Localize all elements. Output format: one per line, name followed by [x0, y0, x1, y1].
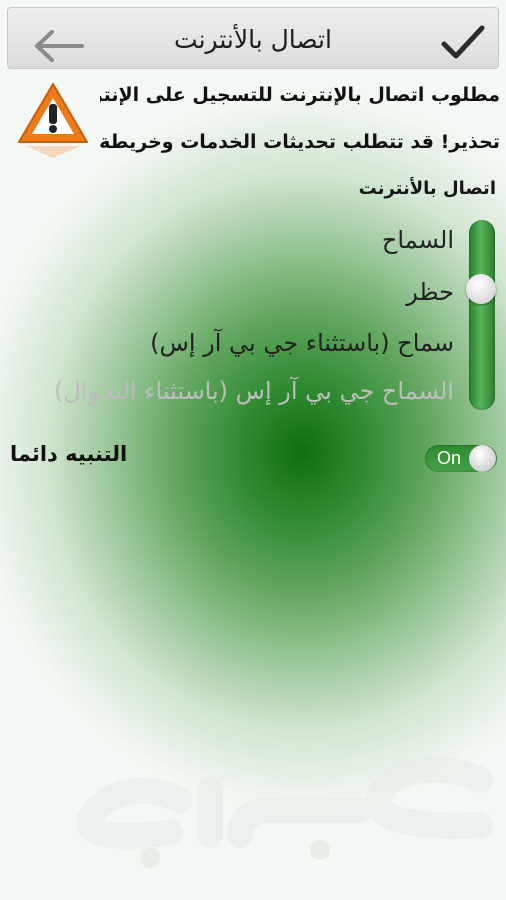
title-bar: اتصال بالأنترنت [7, 7, 499, 69]
haraj-watermark-logo [60, 740, 506, 870]
connection-section-label: اتصال بالأنترنت [358, 178, 496, 199]
warning-triangle-icon [16, 80, 90, 160]
connection-slider[interactable] [466, 220, 496, 410]
warning-line-2: تحذير! قد تتطلب تحديثات الخدمات وخريطة [100, 131, 500, 153]
check-icon[interactable] [440, 24, 486, 62]
warning-line-1: مطلوب اتصال بالإنترنت للتسجيل على الإنتر… [100, 84, 500, 106]
option-block[interactable]: حظر [406, 274, 454, 310]
always-alert-label: التنبيه دائما [10, 442, 128, 466]
toggle-state-text: On [437, 448, 462, 468]
arrow-left-icon[interactable] [32, 28, 86, 64]
option-allow[interactable]: السماح [382, 222, 454, 258]
toggle-knob [469, 445, 496, 472]
always-alert-toggle[interactable]: On [425, 445, 497, 472]
option-allow-except-gprs[interactable]: سماح (باستثناء جي بي آر إس) [150, 325, 454, 361]
option-allow-gprs-except-roaming[interactable]: السماح جي بي آر إس (باستثناء التجوال) [54, 373, 454, 409]
slider-knob[interactable] [466, 274, 496, 304]
page-title: اتصال بالأنترنت [174, 25, 332, 54]
